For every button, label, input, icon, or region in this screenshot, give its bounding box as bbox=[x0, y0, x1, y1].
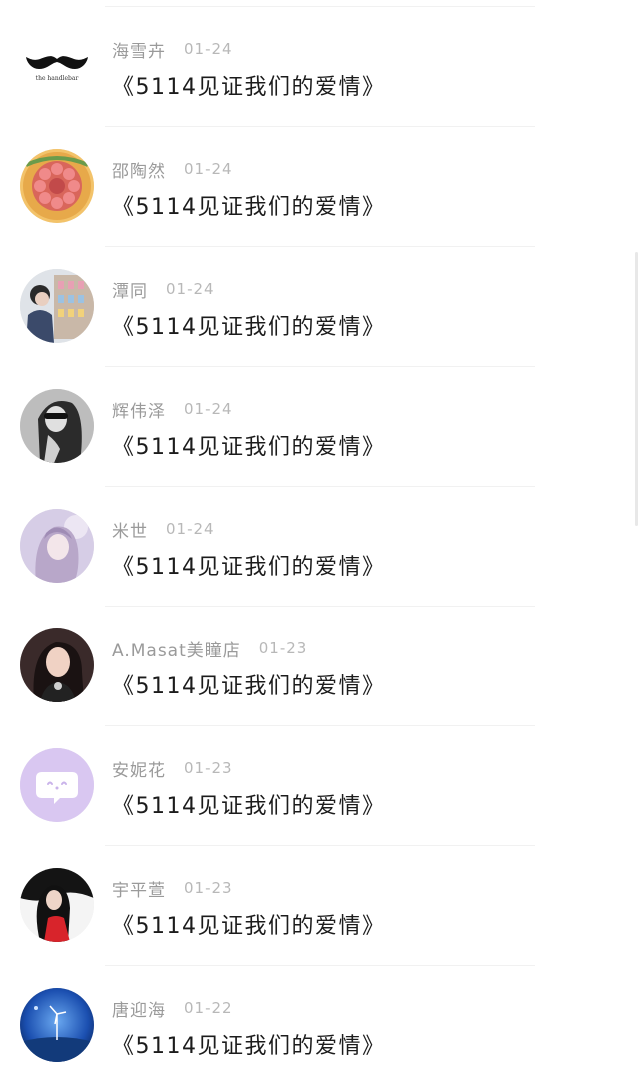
avatar[interactable]: the handlebar bbox=[20, 29, 94, 103]
comment-meta: 邵陶然 01-24 bbox=[112, 157, 233, 182]
comment-item[interactable]: 米世 01-24 《5114见证我们的爱情》 bbox=[0, 487, 640, 607]
comment-text: 《5114见证我们的爱情》 bbox=[112, 435, 386, 460]
comment-meta: 安妮花 01-23 bbox=[112, 756, 233, 781]
username[interactable]: 宇平萱 bbox=[112, 876, 166, 901]
username[interactable]: 辉伟泽 bbox=[112, 397, 166, 422]
comment-item[interactable]: A.Masat美瞳店 01-23 《5114见证我们的爱情》 bbox=[0, 606, 640, 726]
comment-list[interactable]: the handlebar 海雪卉 01-24 《5114见证我们的爱情》 邵陶… bbox=[0, 0, 640, 1080]
comment-text: 《5114见证我们的爱情》 bbox=[112, 315, 386, 340]
avatar[interactable] bbox=[20, 509, 94, 583]
avatar[interactable] bbox=[20, 988, 94, 1062]
avatar[interactable] bbox=[20, 389, 94, 463]
anime-girl-icon bbox=[20, 509, 94, 583]
girl-in-store-icon bbox=[20, 269, 94, 343]
flower-cookie-icon bbox=[20, 149, 94, 223]
comment-item[interactable]: 宇平萱 01-23 《5114见证我们的爱情》 bbox=[0, 846, 640, 966]
comment-item[interactable]: 唐迎海 01-22 《5114见证我们的爱情》 bbox=[0, 966, 640, 1086]
comment-text: 《5114见证我们的爱情》 bbox=[112, 555, 386, 580]
comment-meta: 唐迎海 01-22 bbox=[112, 996, 233, 1021]
comment-date: 01-24 bbox=[184, 400, 233, 418]
chat-bubble-icon bbox=[20, 748, 94, 822]
avatar[interactable] bbox=[20, 748, 94, 822]
comment-date: 01-23 bbox=[184, 879, 233, 897]
selfie-girl-icon bbox=[20, 628, 94, 702]
comment-item[interactable]: 邵陶然 01-24 《5114见证我们的爱情》 bbox=[0, 127, 640, 247]
username[interactable]: 米世 bbox=[112, 517, 148, 542]
comment-meta: 米世 01-24 bbox=[112, 517, 215, 542]
comment-date: 01-23 bbox=[258, 639, 308, 657]
comment-item[interactable]: 安妮花 01-23 《5114见证我们的爱情》 bbox=[0, 726, 640, 846]
avatar[interactable] bbox=[20, 628, 94, 702]
comment-text: 《5114见证我们的爱情》 bbox=[112, 1034, 386, 1059]
comment-text: 《5114见证我们的爱情》 bbox=[112, 195, 386, 220]
comment-item[interactable]: the handlebar 海雪卉 01-24 《5114见证我们的爱情》 bbox=[0, 7, 640, 127]
comment-text: 《5114见证我们的爱情》 bbox=[112, 794, 386, 819]
comment-date: 01-24 bbox=[166, 280, 215, 298]
comment-date: 01-22 bbox=[184, 999, 233, 1017]
comment-date: 01-24 bbox=[184, 40, 233, 58]
comment-text: 《5114见证我们的爱情》 bbox=[112, 914, 386, 939]
username[interactable]: 海雪卉 bbox=[112, 37, 166, 62]
avatar[interactable] bbox=[20, 149, 94, 223]
svg-text:the handlebar: the handlebar bbox=[36, 75, 79, 82]
username[interactable]: 唐迎海 bbox=[112, 996, 166, 1021]
comment-date: 01-23 bbox=[184, 759, 233, 777]
bw-portrait-icon bbox=[20, 389, 94, 463]
comment-date: 01-24 bbox=[184, 160, 233, 178]
comment-date: 01-24 bbox=[166, 520, 215, 538]
comment-meta: 辉伟泽 01-24 bbox=[112, 397, 233, 422]
username[interactable]: 潭同 bbox=[112, 277, 148, 302]
comment-meta: 海雪卉 01-24 bbox=[112, 37, 233, 62]
comment-item[interactable]: 辉伟泽 01-24 《5114见证我们的爱情》 bbox=[0, 367, 640, 487]
avatar[interactable] bbox=[20, 868, 94, 942]
comment-text: 《5114见证我们的爱情》 bbox=[112, 75, 386, 100]
username[interactable]: 安妮花 bbox=[112, 756, 166, 781]
comment-meta: 潭同 01-24 bbox=[112, 277, 215, 302]
comment-meta: 宇平萱 01-23 bbox=[112, 876, 233, 901]
red-dress-girl-icon bbox=[20, 868, 94, 942]
username[interactable]: 邵陶然 bbox=[112, 157, 166, 182]
scrollbar[interactable] bbox=[635, 252, 638, 526]
mustache-logo-icon: the handlebar bbox=[26, 56, 88, 82]
comment-text: 《5114见证我们的爱情》 bbox=[112, 674, 386, 699]
username[interactable]: A.Masat美瞳店 bbox=[112, 636, 241, 661]
blue-sky-windmill-icon bbox=[20, 988, 94, 1062]
comment-item[interactable]: 潭同 01-24 《5114见证我们的爱情》 bbox=[0, 247, 640, 367]
comment-meta: A.Masat美瞳店 01-23 bbox=[112, 636, 308, 661]
avatar[interactable] bbox=[20, 269, 94, 343]
